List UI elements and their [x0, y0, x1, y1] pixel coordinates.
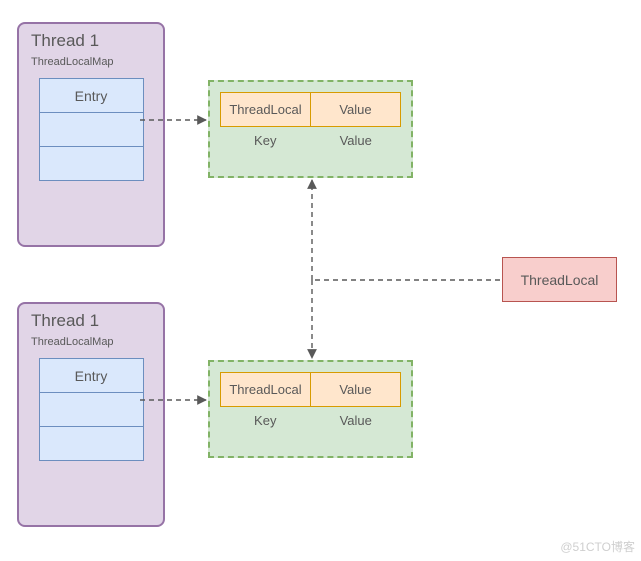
- thread-2-entry-stack: Entry: [39, 358, 144, 461]
- map-2-value-label: Value: [311, 413, 402, 428]
- watermark: @51CTO博客: [560, 538, 635, 555]
- thread-1-entry-cell: Entry: [39, 78, 144, 113]
- thread-1-title: Thread 1: [29, 31, 153, 51]
- map-1-kv-labels: Key Value: [220, 133, 401, 148]
- map-2-kv-row: ThreadLocal Value: [220, 372, 401, 407]
- map-2-key-cell: ThreadLocal: [220, 372, 311, 407]
- map-2-box: ThreadLocal Value Key Value: [208, 360, 413, 458]
- map-1-value-label: Value: [311, 133, 402, 148]
- thread-1-entry-empty-1: [39, 112, 144, 147]
- threadlocal-box: ThreadLocal: [502, 257, 617, 302]
- map-1-key-cell: ThreadLocal: [220, 92, 311, 127]
- map-2-key-label: Key: [220, 413, 311, 428]
- map-1-key-label: Key: [220, 133, 311, 148]
- map-2-value-cell: Value: [310, 372, 401, 407]
- thread-1-entry-empty-2: [39, 146, 144, 181]
- thread-1-entry-stack: Entry: [39, 78, 144, 181]
- threadlocal-label: ThreadLocal: [521, 272, 599, 288]
- thread-2-entry-empty-2: [39, 426, 144, 461]
- thread-2-box: Thread 1 ThreadLocalMap Entry: [17, 302, 165, 527]
- thread-1-box: Thread 1 ThreadLocalMap Entry: [17, 22, 165, 247]
- thread-1-subtitle: ThreadLocalMap: [29, 56, 153, 68]
- map-1-value-cell: Value: [310, 92, 401, 127]
- thread-2-entry-cell: Entry: [39, 358, 144, 393]
- thread-2-title: Thread 1: [29, 311, 153, 331]
- map-2-kv-labels: Key Value: [220, 413, 401, 428]
- map-1-box: ThreadLocal Value Key Value: [208, 80, 413, 178]
- thread-2-entry-empty-1: [39, 392, 144, 427]
- thread-2-subtitle: ThreadLocalMap: [29, 336, 153, 348]
- map-1-kv-row: ThreadLocal Value: [220, 92, 401, 127]
